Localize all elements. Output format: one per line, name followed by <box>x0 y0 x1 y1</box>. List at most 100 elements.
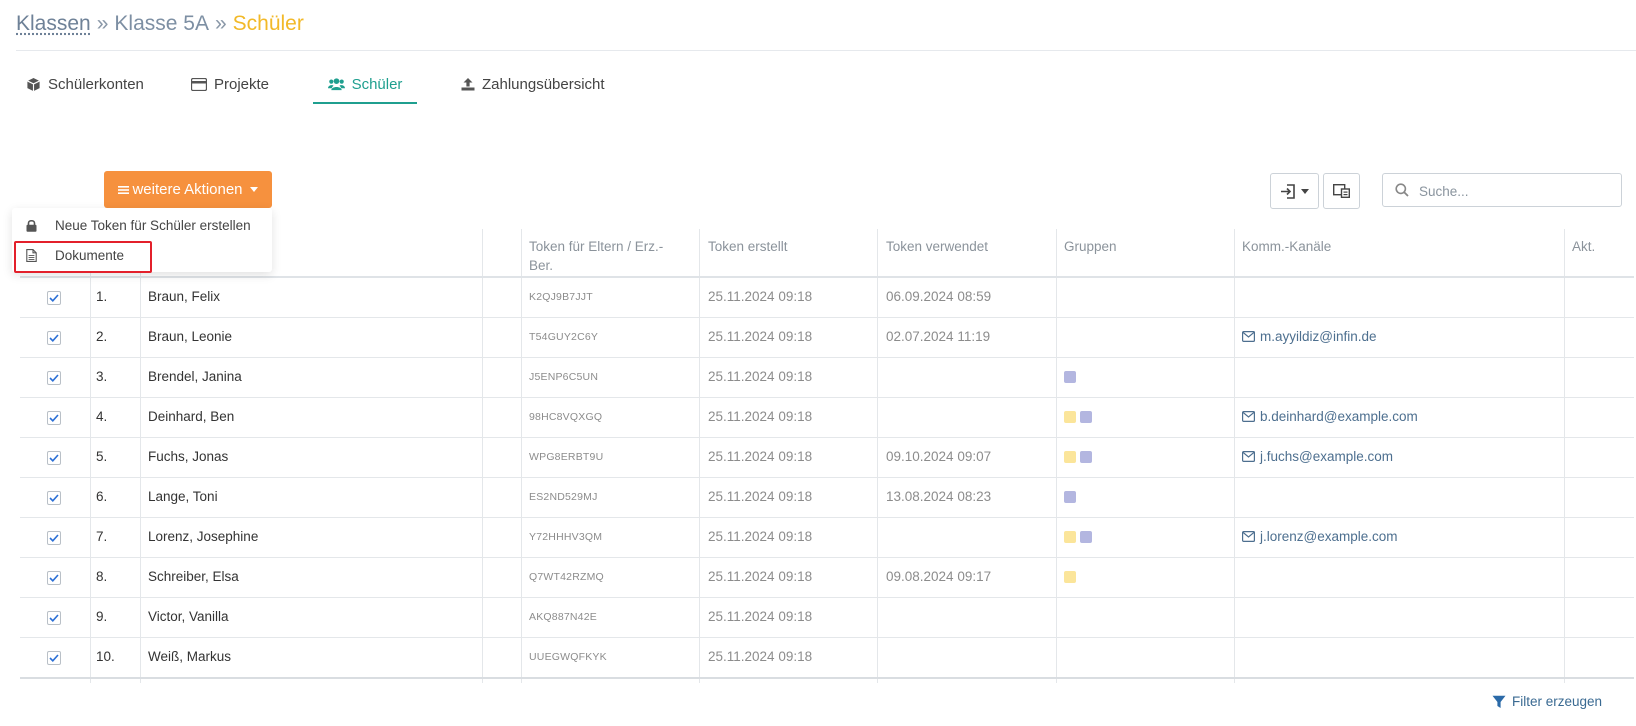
token-created-date: 25.11.2024 09:18 <box>708 529 813 544</box>
breadcrumb-class[interactable]: Klasse 5A <box>114 12 209 35</box>
student-name[interactable]: Schreiber, Elsa <box>148 569 239 584</box>
student-name[interactable]: Fuchs, Jonas <box>148 449 228 464</box>
parent-token: Y72HHHV3QM <box>529 531 603 543</box>
row-checkbox[interactable] <box>47 531 61 545</box>
column-divider <box>90 229 91 683</box>
student-name[interactable]: Brendel, Janina <box>148 369 242 384</box>
token-created-date: 25.11.2024 09:18 <box>708 449 813 464</box>
parent-token: UUEGWQFKYK <box>529 651 607 663</box>
credit-card-icon <box>191 77 207 91</box>
row-divider <box>20 317 1634 318</box>
token-used-date: 09.08.2024 09:17 <box>886 569 992 584</box>
tab-zahlungsuebersicht[interactable]: Zahlungsübersicht <box>461 66 605 102</box>
email-address: m.ayyildiz@infin.de <box>1260 329 1377 344</box>
search-input[interactable] <box>1417 174 1621 208</box>
tab-schuelerkonten[interactable]: Schülerkonten <box>26 66 144 102</box>
parent-token: 98HC8VQXGQ <box>529 411 603 423</box>
check-icon <box>49 374 59 382</box>
parent-token: T54GUY2C6Y <box>529 331 599 343</box>
column-divider <box>1056 229 1057 683</box>
group-badge <box>1080 531 1092 543</box>
tab-projekte[interactable]: Projekte <box>191 66 269 102</box>
row-checkbox[interactable] <box>47 651 61 665</box>
student-name[interactable]: Braun, Leonie <box>148 329 232 344</box>
column-toggle-button[interactable] <box>1323 173 1360 209</box>
header-token-used[interactable]: Token verwendet <box>886 237 988 256</box>
row-number: 8. <box>96 569 108 584</box>
document-icon <box>26 248 37 262</box>
filter-label: Filter erzeugen <box>1512 694 1603 709</box>
token-created-date: 25.11.2024 09:18 <box>708 369 813 384</box>
email-address: j.lorenz@example.com <box>1260 529 1398 544</box>
group-badge <box>1080 411 1092 423</box>
row-number: 7. <box>96 529 108 544</box>
row-checkbox[interactable] <box>47 611 61 625</box>
email-channel[interactable]: m.ayyildiz@infin.de <box>1242 329 1377 344</box>
header-comm-channels[interactable]: Komm.-Kanäle <box>1242 237 1331 256</box>
group-badge <box>1080 451 1092 463</box>
header-token-parents[interactable]: Token für Eltern / Erz.- Ber. <box>529 237 663 275</box>
envelope-icon <box>1242 451 1255 462</box>
group-badge <box>1064 571 1076 583</box>
export-dropdown-button[interactable] <box>1270 173 1319 209</box>
group-badge <box>1064 531 1076 543</box>
row-checkbox[interactable] <box>47 491 61 505</box>
student-name[interactable]: Victor, Vanilla <box>148 609 229 624</box>
student-name[interactable]: Deinhard, Ben <box>148 409 234 424</box>
row-checkbox[interactable] <box>47 451 61 465</box>
parent-token: J5ENP6C5UN <box>529 371 599 383</box>
row-number: 9. <box>96 609 108 624</box>
row-number: 10. <box>96 649 115 664</box>
upload-icon <box>461 78 475 91</box>
row-checkbox[interactable] <box>47 291 61 305</box>
tab-schueler[interactable]: Schüler <box>313 66 417 104</box>
check-icon <box>49 414 59 422</box>
token-used-date: 02.07.2024 11:19 <box>886 329 991 344</box>
create-filter-link[interactable]: Filter erzeugen <box>1492 694 1602 709</box>
email-address: j.fuchs@example.com <box>1260 449 1394 464</box>
check-icon <box>49 494 59 502</box>
row-number: 6. <box>96 489 108 504</box>
more-actions-button[interactable]: weitere Aktionen <box>104 171 272 208</box>
row-number: 3. <box>96 369 108 384</box>
token-created-date: 25.11.2024 09:18 <box>708 609 813 624</box>
row-checkbox[interactable] <box>47 571 61 585</box>
check-icon <box>49 334 59 342</box>
header-token-created[interactable]: Token erstellt <box>708 237 788 256</box>
email-channel[interactable]: j.fuchs@example.com <box>1242 449 1393 464</box>
row-checkbox[interactable] <box>47 371 61 385</box>
token-created-date: 25.11.2024 09:18 <box>708 409 813 424</box>
breadcrumb-current: Schüler <box>232 12 304 35</box>
menu-item-documents[interactable]: Dokumente <box>12 240 272 270</box>
filter-icon <box>1492 695 1506 708</box>
row-divider <box>20 557 1634 558</box>
row-checkbox[interactable] <box>47 331 61 345</box>
menu-item-label: Dokumente <box>55 247 125 263</box>
student-name[interactable]: Lorenz, Josephine <box>148 529 258 544</box>
header-divider <box>16 50 1636 51</box>
cube-icon <box>27 77 40 91</box>
users-icon <box>327 78 345 91</box>
column-divider <box>521 229 522 683</box>
columns-icon <box>1333 184 1350 198</box>
email-channel[interactable]: j.lorenz@example.com <box>1242 529 1398 544</box>
email-channel[interactable]: b.deinhard@example.com <box>1242 409 1418 424</box>
column-divider <box>482 229 483 683</box>
breadcrumb-klassen-link[interactable]: Klassen <box>16 12 91 35</box>
student-name[interactable]: Lange, Toni <box>148 489 218 504</box>
row-divider <box>20 477 1634 478</box>
row-divider <box>20 397 1634 398</box>
menu-item-new-tokens[interactable]: Neue Token für Schüler erstellen <box>12 210 272 240</box>
header-actions: Akt. <box>1572 239 1596 254</box>
student-name[interactable]: Braun, Felix <box>148 289 220 304</box>
token-created-date: 25.11.2024 09:18 <box>708 569 813 584</box>
header-groups[interactable]: Gruppen <box>1064 237 1117 256</box>
breadcrumb-separator: » <box>214 12 227 35</box>
row-checkbox[interactable] <box>47 411 61 425</box>
students-table: Token für Eltern / Erz.- Ber. Token erste… <box>20 229 1634 683</box>
search-icon <box>1395 183 1409 197</box>
student-name[interactable]: Weiß, Markus <box>148 649 231 664</box>
token-created-date: 25.11.2024 09:18 <box>708 649 813 664</box>
envelope-icon <box>1242 531 1255 542</box>
check-icon <box>49 574 59 582</box>
